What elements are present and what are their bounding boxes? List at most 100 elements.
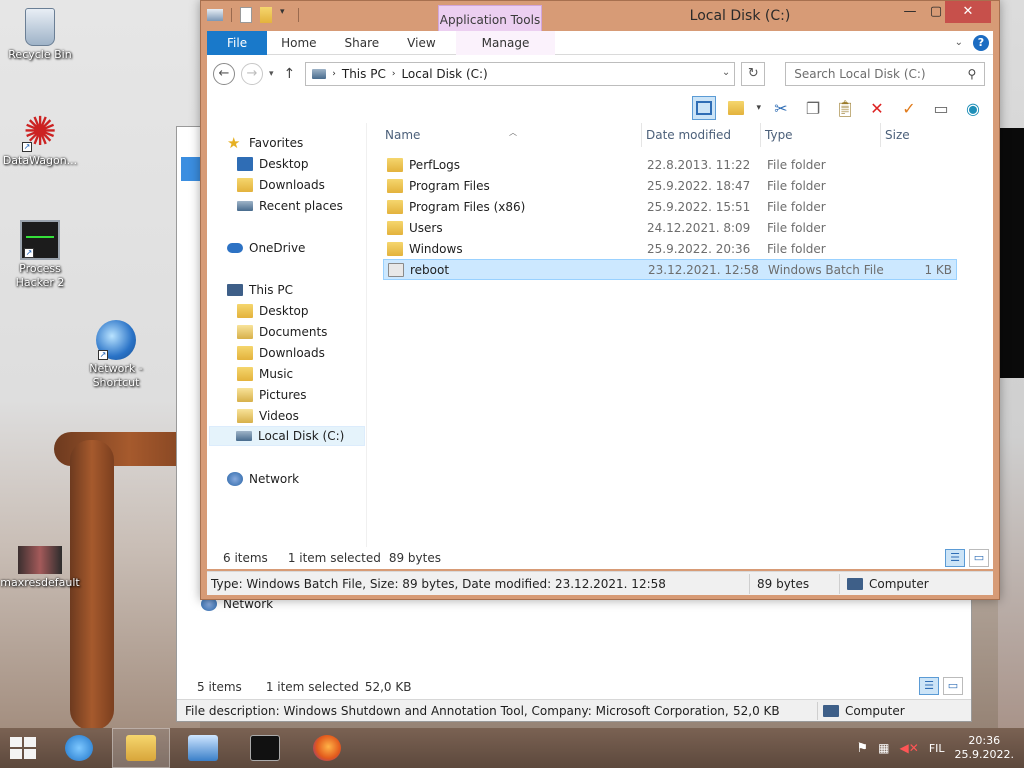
file-explorer-icon [126,735,156,761]
shortcut-arrow-icon: ↗ [22,142,32,152]
volume-muted-icon[interactable]: ◀✕ [900,741,919,755]
expand-ribbon-icon[interactable]: ⌄ [955,37,963,48]
nav-pc-videos[interactable]: Videos [237,406,299,426]
start-button[interactable] [0,728,46,768]
column-header-date[interactable]: Date modified [641,123,761,147]
copy-icon[interactable]: ❐ [801,96,825,120]
nav-network[interactable]: Network [227,469,299,489]
file-date: 25.9.2022. 15:51 [647,199,751,214]
nav-onedrive[interactable]: OneDrive [227,238,305,258]
file-type: Windows Batch File [768,262,884,277]
taskbar-command-prompt[interactable] [236,728,294,768]
address-dropdown-icon[interactable]: ⌄ [722,67,730,78]
toolbar-dropdown-icon[interactable]: ▾ [756,103,761,113]
search-input-placeholder[interactable]: Search Local Disk (C:) [794,67,925,81]
breadcrumb-chevron-icon[interactable]: › [332,69,336,79]
file-list[interactable]: Name ︿ Date modified Type Size PerfLogs … [377,123,993,569]
column-header-name[interactable]: Name ︿ [381,123,639,147]
preview-pane-icon[interactable] [692,96,717,120]
large-icons-view-button[interactable]: ▭ [943,677,963,695]
nav-pc-desktop[interactable]: Desktop [237,301,309,321]
pictures-folder-icon [237,388,253,402]
breadcrumb-chevron-icon[interactable]: › [392,69,396,79]
desktop-icon-process-hacker[interactable]: ↗ Process Hacker 2 [0,220,80,290]
up-button[interactable]: ↑ [284,66,296,82]
file-type: File folder [767,241,826,256]
refresh-button[interactable]: ↻ [741,62,766,86]
column-header-size[interactable]: Size [881,123,957,147]
taskbar-internet-explorer[interactable] [50,728,108,768]
taskbar-control-panel[interactable] [174,728,232,768]
details-view-button[interactable]: ☰ [919,677,939,695]
desktop-icon-network-shortcut[interactable]: ↗ Network - Shortcut [76,320,156,390]
clock[interactable]: 20:36 25.9.2022. [955,734,1014,762]
nav-pc-local-disk[interactable]: Local Disk (C:) [209,426,365,446]
system-tray: ⚑ ▦ ◀✕ FIL 20:36 25.9.2022. [857,734,1024,762]
back-button[interactable]: ← [213,63,235,85]
title-bar[interactable]: ▾ Application Tools Local Disk (C:) — ▢ … [201,1,999,33]
paste-icon[interactable]: 📋︎ [833,96,857,120]
network-icon [227,472,243,486]
tab-home[interactable]: Home [267,31,330,55]
star-icon: ★ [227,134,241,152]
properties-icon[interactable]: ▭ [929,96,953,120]
rename-check-icon[interactable]: ✓ [897,96,921,120]
nav-pc-music[interactable]: Music [237,364,293,384]
forward-button[interactable]: → [241,63,263,85]
file-date: 24.12.2021. 8:09 [647,220,751,235]
file-row[interactable]: Users 24.12.2021. 8:09 File folder [383,217,957,238]
nav-favorites[interactable]: ★ Favorites [227,133,303,153]
recent-locations-icon[interactable]: ▾ [269,69,274,79]
input-language-indicator[interactable]: FIL [929,742,945,755]
nav-fav-recent[interactable]: Recent places [237,196,343,216]
music-folder-icon [237,367,253,381]
nav-pc-downloads[interactable]: Downloads [237,343,325,363]
address-bar[interactable]: › This PC › Local Disk (C:) ⌄ [305,62,736,86]
nav-pc-documents[interactable]: Documents [237,322,327,342]
desktop-icon-recycle-bin[interactable]: Recycle Bin [0,8,80,62]
tab-view[interactable]: View [393,31,449,55]
tab-share[interactable]: Share [331,31,394,55]
file-size: 1 KB [924,262,952,277]
details-view-button[interactable]: ☰ [945,549,965,567]
nav-fav-desktop[interactable]: Desktop [237,154,309,174]
folder-options-icon[interactable] [724,96,748,120]
taskbar-firefox[interactable] [298,728,356,768]
column-header-type[interactable]: Type [761,123,881,147]
clock-time: 20:36 [968,734,1001,747]
search-box[interactable]: Search Local Disk (C:) ⚲ [785,62,986,86]
image-file-icon [18,546,62,574]
file-date: 23.12.2021. 12:58 [648,262,759,277]
details-separator [839,574,840,594]
navigation-pane[interactable]: ★ Favorites Desktop Downloads Recent plac… [207,123,367,569]
taskbar-file-explorer[interactable] [112,728,170,768]
desktop-icon-datawagon[interactable]: ✺ ↗ DataWagon... [0,112,80,168]
file-row[interactable]: Program Files (x86) 25.9.2022. 15:51 Fil… [383,196,957,217]
file-row[interactable]: PerfLogs 22.8.2013. 11:22 File folder [383,154,957,175]
nav-label: Videos [259,409,299,423]
file-row[interactable]: Program Files 25.9.2022. 18:47 File fold… [383,175,957,196]
close-button[interactable]: ✕ [945,1,991,23]
breadcrumb-this-pc[interactable]: This PC [342,67,386,81]
desktop-icon-maxresdefault[interactable]: maxresdefault [0,546,80,590]
status-selected-size: 52,0 KB [364,680,412,694]
tab-manage[interactable]: Manage [455,30,556,55]
globe-icon[interactable]: ◉ [961,96,985,120]
file-row[interactable]: Windows 25.9.2022. 20:36 File folder [383,238,957,259]
tab-file[interactable]: File [207,30,268,55]
breadcrumb-local-disk[interactable]: Local Disk (C:) [401,67,487,81]
nav-pc-pictures[interactable]: Pictures [237,385,307,405]
network-status-icon[interactable]: ▦ [878,741,889,755]
desktop-icon-label: maxresdefault [0,576,80,589]
file-row-selected[interactable]: reboot 23.12.2021. 12:58 Windows Batch F… [383,259,957,280]
cut-icon[interactable]: ✂ [769,96,793,120]
action-center-flag-icon[interactable]: ⚑ [857,741,869,756]
explorer-window[interactable]: ▾ Application Tools Local Disk (C:) — ▢ … [200,0,1000,600]
delete-icon[interactable]: ✕ [865,96,889,120]
nav-fav-downloads[interactable]: Downloads [237,175,325,195]
details-separator [749,574,750,594]
nav-label: Desktop [259,157,309,171]
nav-this-pc[interactable]: This PC [227,280,293,300]
help-icon[interactable]: ? [973,34,989,51]
large-icons-view-button[interactable]: ▭ [969,549,989,567]
